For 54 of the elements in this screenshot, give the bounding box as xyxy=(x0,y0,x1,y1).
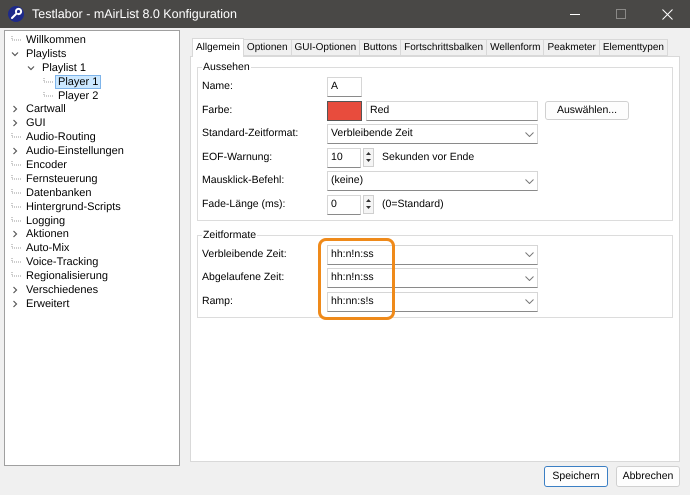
tab[interactable]: GUI-Optionen xyxy=(292,39,360,56)
tab[interactable]: Elementtypen xyxy=(600,39,668,56)
tree-item[interactable]: Auto-Mix xyxy=(23,241,72,256)
tab[interactable]: Wellenform xyxy=(487,39,544,56)
field-label: Abgelaufene Zeit: xyxy=(202,270,286,286)
tab[interactable]: Buttons xyxy=(360,39,402,56)
field-label: Ramp: xyxy=(202,294,234,309)
unit-label: Sekunden vor Ende xyxy=(382,150,474,165)
tree-item[interactable]: Aktionen xyxy=(23,227,72,242)
tree-item[interactable]: Player 2 xyxy=(55,88,102,103)
field-label: Verbleibende Zeit: xyxy=(202,246,288,262)
tree-item[interactable]: Playlist 1 xyxy=(39,60,90,75)
dialog-button[interactable]: Abbrechen xyxy=(616,466,680,487)
tree-item[interactable]: GUI xyxy=(23,116,49,130)
tree-item[interactable]: Datenbanken xyxy=(23,186,94,200)
tree-item[interactable]: Audio-Einstellungen xyxy=(23,144,127,158)
dialog-button[interactable]: Speichern xyxy=(544,466,608,487)
color-name-field[interactable]: Red xyxy=(366,100,538,120)
field-label: Name: xyxy=(202,79,234,94)
window-title: Testlabor - mAirList 8.0 Konfiguration xyxy=(32,6,237,23)
dropdown[interactable]: hh:n!n:ss xyxy=(327,244,538,264)
number-field[interactable]: 10 xyxy=(327,148,361,168)
tree-item[interactable]: Cartwall xyxy=(23,102,69,116)
tree-item[interactable]: Hintergrund-Scripts xyxy=(23,200,124,214)
field-label: Standard-Zeitformat: xyxy=(202,126,300,142)
tree-item[interactable]: Player 1 xyxy=(55,74,102,89)
tree-item[interactable]: Encoder xyxy=(23,158,70,172)
tree-item[interactable]: Fernsteuerung xyxy=(23,172,101,186)
choose-button[interactable]: Auswählen... xyxy=(545,101,629,120)
tree-item[interactable]: Willkommen xyxy=(23,32,89,47)
unit-label: (0=Standard) xyxy=(382,196,444,212)
tree-item[interactable]: Erweitert xyxy=(23,296,72,311)
tree-item[interactable]: Playlists xyxy=(23,46,70,61)
field-label: Farbe: xyxy=(202,102,234,118)
tree-item[interactable]: Logging xyxy=(23,214,68,228)
tree-item[interactable]: Regionalisierung xyxy=(23,269,111,284)
tree-item[interactable]: Voice-Tracking xyxy=(23,255,102,270)
tab[interactable]: Allgemein xyxy=(192,38,244,57)
dropdown[interactable]: Verbleibende Zeit xyxy=(327,124,538,144)
tab[interactable]: Optionen xyxy=(244,39,292,56)
field-label: EOF-Warnung: xyxy=(202,150,274,165)
field-label: Fade-Länge (ms): xyxy=(202,196,286,212)
tab[interactable]: Fortschrittsbalken xyxy=(401,39,488,56)
dropdown[interactable]: hh:n!n:ss xyxy=(327,268,538,288)
tree-item[interactable]: Audio-Routing xyxy=(23,130,99,144)
tree-item[interactable]: Verschiedenes xyxy=(23,282,102,297)
dropdown[interactable]: (keine) xyxy=(327,171,538,191)
group-title: Aussehen xyxy=(202,61,251,73)
tab[interactable]: Peakmeter xyxy=(544,39,600,56)
dropdown[interactable]: hh:nn:s!s xyxy=(327,292,538,312)
name-field[interactable]: A xyxy=(327,77,362,97)
number-field[interactable]: 0 xyxy=(327,194,361,214)
group-title: Zeitformate xyxy=(202,228,258,240)
field-label: Mausklick-Befehl: xyxy=(202,173,286,188)
